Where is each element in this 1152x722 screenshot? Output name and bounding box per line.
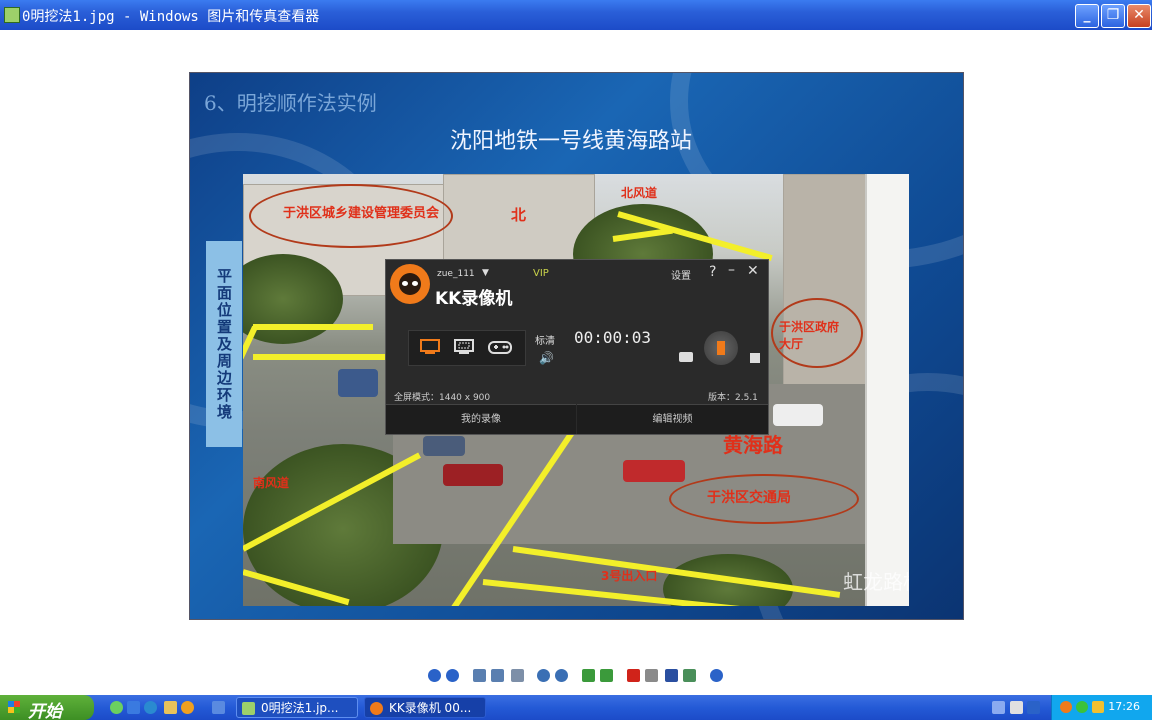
help-icon[interactable] xyxy=(710,669,723,682)
start-button[interactable]: 开始 xyxy=(0,695,94,722)
kk-quality-selector[interactable]: 标清 xyxy=(535,332,555,347)
actual-size-icon[interactable] xyxy=(491,669,504,682)
kk-logo-eye xyxy=(402,281,408,286)
delete-icon[interactable] xyxy=(627,669,640,682)
car xyxy=(423,436,465,456)
maximize-button[interactable]: ❐ xyxy=(1101,4,1125,28)
ie-icon[interactable] xyxy=(144,701,157,714)
kk-vip-badge[interactable]: VIP xyxy=(533,268,549,279)
watermark: 虹龙路桥 xyxy=(843,570,909,594)
previous-image-icon[interactable] xyxy=(428,669,441,682)
taskbar-item-kk-recorder[interactable]: KK录像机 00... xyxy=(364,697,486,718)
kk-recording-timer: 00:00:03 xyxy=(574,328,652,347)
next-image-icon[interactable] xyxy=(446,669,459,682)
edit-icon[interactable] xyxy=(683,669,696,682)
quicklaunch-icon[interactable] xyxy=(164,701,177,714)
car xyxy=(623,460,685,482)
chevron-down-icon[interactable]: ▼ xyxy=(482,268,489,278)
print-icon[interactable] xyxy=(645,669,658,682)
kk-settings-button[interactable]: 设置 xyxy=(671,267,691,282)
windows-logo-icon xyxy=(8,701,20,713)
kk-username[interactable]: zue_111 xyxy=(437,269,475,279)
stop-button[interactable] xyxy=(750,353,760,363)
record-pause-button[interactable] xyxy=(704,331,738,365)
picture-viewer-icon xyxy=(242,702,255,715)
kk-logo-eye xyxy=(412,281,418,286)
best-fit-icon[interactable] xyxy=(473,669,486,682)
taskbar: 开始 0明挖法1.jp... KK录像机 00... 17:26 xyxy=(0,695,1152,722)
show-more-icon[interactable] xyxy=(212,701,225,714)
kk-tab-my-recordings[interactable]: 我的录像 xyxy=(386,404,576,434)
truck xyxy=(338,369,378,397)
region-monitor-icon[interactable] xyxy=(453,339,475,355)
save-icon[interactable] xyxy=(665,669,678,682)
marker-line xyxy=(253,354,393,360)
kk-logo-icon xyxy=(370,702,383,715)
kk-minimize-button[interactable]: – xyxy=(728,262,735,278)
taskbar-item-label: KK录像机 00... xyxy=(389,701,472,715)
label-entrance-3: 3号出入口 xyxy=(601,569,658,583)
label-north-wind-duct: 北风道 xyxy=(621,186,658,200)
clock[interactable]: 17:26 xyxy=(1108,700,1140,713)
tray-arrow-icon[interactable] xyxy=(1027,701,1040,714)
car xyxy=(443,464,503,486)
help-icon[interactable] xyxy=(1010,701,1023,714)
pause-bar-icon xyxy=(717,341,725,355)
kk-recorder-window: zue_111 ▼ VIP 设置 ? – ✕ KK录像机 标清 🔊 00:00:… xyxy=(385,259,769,435)
building-wall xyxy=(865,174,909,606)
keyboard-icon[interactable] xyxy=(992,701,1005,714)
kk-tab-edit-video[interactable]: 编辑视频 xyxy=(577,404,768,434)
camera-icon[interactable] xyxy=(679,352,693,362)
kk-fullscreen-info: 全屏模式：1440 x 900 xyxy=(394,393,491,403)
rotate-counterclockwise-icon[interactable] xyxy=(600,669,613,682)
title-bar: 0明挖法1.jpg - Windows 图片和传真查看器 _ ❐ ✕ xyxy=(0,0,1152,30)
taskbar-item-image-viewer[interactable]: 0明挖法1.jp... xyxy=(236,697,358,718)
quicklaunch-icon[interactable] xyxy=(181,701,194,714)
kk-help-button[interactable]: ? xyxy=(709,264,716,280)
close-button[interactable]: ✕ xyxy=(1127,4,1151,28)
slide-side-label: 平面位置及周边环境 xyxy=(206,241,242,447)
label-construction-committee: 于洪区城乡建设管理委员会 xyxy=(283,206,440,221)
car xyxy=(773,404,823,426)
volume-icon[interactable]: 🔊 xyxy=(539,351,554,365)
picture-viewer-icon xyxy=(4,7,20,23)
gamepad-icon[interactable] xyxy=(487,339,512,355)
kk-brand-title: KK录像机 xyxy=(435,289,513,309)
network-icon[interactable] xyxy=(1076,701,1088,713)
quicklaunch-icon[interactable] xyxy=(127,701,140,714)
marker-line xyxy=(253,324,373,330)
kk-mode-selector xyxy=(408,330,526,366)
label-south-wind-duct: 南风道 xyxy=(253,476,290,490)
volume-icon[interactable] xyxy=(1092,701,1104,713)
slide-subtitle: 沈阳地铁一号线黄海路站 xyxy=(450,129,693,154)
zoom-out-icon[interactable] xyxy=(555,669,568,682)
kk-version: 版本：2.5.1 xyxy=(708,393,758,403)
start-label: 开始 xyxy=(28,702,62,722)
label-traffic-bureau: 于洪区交通局 xyxy=(707,490,791,506)
taskbar-item-label: 0明挖法1.jp... xyxy=(261,701,339,715)
system-tray: 17:26 xyxy=(1051,695,1152,720)
label-government-hall: 于洪区政府大厅 xyxy=(779,320,840,351)
kk-logo-icon xyxy=(390,264,430,304)
kk-close-button[interactable]: ✕ xyxy=(747,263,759,279)
rotate-clockwise-icon[interactable] xyxy=(582,669,595,682)
kk-logo-face xyxy=(399,273,421,295)
slideshow-icon[interactable] xyxy=(511,669,524,682)
kk-tray-icon[interactable] xyxy=(1060,701,1072,713)
minimize-button[interactable]: _ xyxy=(1075,4,1099,28)
label-north: 北 xyxy=(511,206,527,224)
monitor-fullscreen-icon[interactable] xyxy=(419,339,441,355)
zoom-in-icon[interactable] xyxy=(537,669,550,682)
slide-heading: 6、明挖顺作法实例 xyxy=(204,91,377,115)
window-title: 0明挖法1.jpg - Windows 图片和传真查看器 xyxy=(22,9,320,25)
quicklaunch-icon[interactable] xyxy=(110,701,123,714)
